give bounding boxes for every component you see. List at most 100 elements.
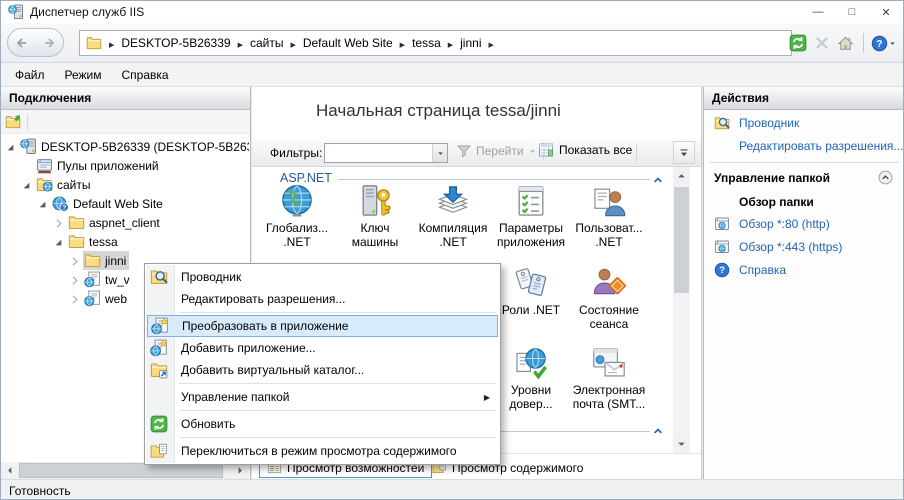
- action-link[interactable]: Проводник: [704, 113, 904, 133]
- context-menu-item[interactable]: Управление папкой▶: [145, 386, 500, 408]
- scroll-up-button[interactable]: [673, 167, 690, 184]
- refresh-button[interactable]: [789, 34, 807, 52]
- expander-c-icon[interactable]: [68, 293, 81, 306]
- expander-c-icon[interactable]: [68, 255, 81, 268]
- context-menu-item[interactable]: Переключиться в режим просмотра содержим…: [145, 440, 500, 462]
- feature-item[interactable]: Глобализ....NET: [258, 183, 336, 249]
- expander-c-icon[interactable]: [68, 274, 81, 287]
- menu-separator: [179, 410, 496, 411]
- help-icon: ?: [871, 35, 888, 52]
- filter-input[interactable]: [325, 144, 432, 162]
- action-link[interactable]: ?Справка: [704, 260, 904, 280]
- overflow-icon: [677, 146, 691, 160]
- expander-e-icon[interactable]: [20, 179, 33, 192]
- feature-item[interactable]: Компиляция.NET: [414, 183, 492, 249]
- app-sparkle-icon: [150, 339, 168, 357]
- feature-item[interactable]: Ключмашины: [336, 183, 414, 249]
- refresh-icon: [150, 415, 168, 433]
- close-button[interactable]: ✕: [869, 1, 903, 23]
- feature-item[interactable]: Параметрыприложения: [492, 183, 570, 249]
- tree-item[interactable]: DESKTOP-5B26339 (DESKTOP-5B26339: [1, 137, 249, 156]
- menu-item[interactable]: Режим: [55, 65, 112, 85]
- site-icon: ?: [52, 195, 69, 212]
- breadcrumb-item[interactable]: tessa: [412, 36, 441, 50]
- feature-item[interactable]: Электроннаяпочта (SMT...: [570, 345, 648, 411]
- action-link[interactable]: Обзор *:80 (http): [704, 214, 904, 234]
- features-vertical-scrollbar[interactable]: [673, 167, 690, 453]
- menu-item[interactable]: Файл: [5, 65, 55, 85]
- context-menu-item[interactable]: Добавить приложение...: [145, 337, 500, 359]
- go-button[interactable]: Перейти: [456, 142, 550, 160]
- show-all-button[interactable]: Показать все: [538, 142, 632, 158]
- collapse-section-button[interactable]: [652, 423, 664, 437]
- explorer-icon: [150, 268, 168, 286]
- funnel-icon: [456, 143, 472, 159]
- collapse-circle-icon: [878, 170, 893, 185]
- expander-e-icon[interactable]: [52, 236, 65, 249]
- trust-levels-icon: [513, 345, 549, 381]
- tree-item[interactable]: Пулы приложений: [1, 156, 249, 175]
- connections-header: Подключения: [1, 87, 250, 110]
- home-button[interactable]: [837, 35, 854, 52]
- context-menu-item[interactable]: Обновить: [145, 413, 500, 435]
- breadcrumb-item[interactable]: Default Web Site: [303, 36, 393, 50]
- feature-item[interactable]: Состояниесеанса: [570, 265, 648, 331]
- context-menu-item[interactable]: Проводник: [145, 266, 500, 288]
- tree-item[interactable]: aspnet_client: [1, 213, 249, 232]
- action-link[interactable]: Редактировать разрешения...: [704, 136, 904, 156]
- forward-button[interactable]: [41, 35, 57, 51]
- window-title: Диспетчер служб IIS: [30, 5, 144, 19]
- app-settings-icon: [513, 183, 549, 219]
- minimize-button[interactable]: —: [801, 1, 835, 23]
- action-link[interactable]: Обзор *:443 (https): [704, 237, 904, 257]
- menu-item[interactable]: Справка: [112, 65, 179, 85]
- filters-label: Фильтры:: [270, 146, 322, 160]
- expander-e-icon[interactable]: [4, 141, 17, 154]
- scrollbar-thumb[interactable]: [674, 187, 689, 293]
- help-button[interactable]: ?: [871, 35, 897, 52]
- tree-item[interactable]: ?Default Web Site: [1, 194, 249, 213]
- scroll-up-icon: [674, 168, 689, 183]
- context-menu-item[interactable]: Редактировать разрешения...: [145, 288, 500, 310]
- context-menu-item[interactable]: Добавить виртуальный каталог...: [145, 359, 500, 381]
- feature-item[interactable]: Роли .NET: [492, 265, 570, 317]
- feature-item[interactable]: Пользоват....NET: [570, 183, 648, 249]
- collapse-section-button[interactable]: [878, 170, 893, 185]
- tree-item[interactable]: сайты: [1, 175, 249, 194]
- section-divider-line: [338, 179, 650, 180]
- scroll-left-button[interactable]: [1, 462, 18, 479]
- virtual-dir-icon: [150, 361, 168, 379]
- compilation-icon: [435, 183, 471, 219]
- toolbar-divider: [27, 114, 28, 130]
- toolbar-overflow-button[interactable]: [673, 141, 695, 164]
- actions-header: Действия: [704, 87, 904, 110]
- maximize-button[interactable]: □: [835, 1, 869, 23]
- show-all-label: Показать все: [559, 143, 632, 157]
- breadcrumb-item[interactable]: jinni: [460, 36, 481, 50]
- toolbar-divider: [863, 33, 864, 53]
- back-button[interactable]: [14, 35, 30, 51]
- scroll-down-button[interactable]: [673, 436, 690, 453]
- expander-c-icon[interactable]: [52, 217, 65, 230]
- stop-button[interactable]: [814, 35, 830, 51]
- submenu-arrow-icon: ▶: [484, 393, 490, 402]
- menu-separator: [179, 312, 496, 313]
- context-menu-item[interactable]: Преобразовать в приложение: [147, 315, 498, 337]
- expander-e-icon[interactable]: [36, 198, 49, 211]
- breadcrumb-item[interactable]: сайты: [250, 36, 284, 50]
- breadcrumb-separator-icon: ▶: [290, 42, 295, 49]
- tree-item[interactable]: tessa: [1, 232, 249, 251]
- session-state-icon: [591, 265, 627, 301]
- app-icon-slot: [8, 4, 24, 20]
- address-box[interactable]: ▶DESKTOP-5B26339▶сайты▶Default Web Site▶…: [79, 30, 792, 56]
- connections-toolbar: [1, 110, 250, 134]
- combobox-dropdown-button[interactable]: [432, 144, 447, 162]
- breadcrumb-item[interactable]: DESKTOP-5B26339: [121, 36, 230, 50]
- actions-panel: Действия Проводник Редактировать разрешен…: [703, 87, 904, 479]
- filter-combobox[interactable]: [324, 143, 448, 163]
- breadcrumb-separator-icon: ▶: [109, 42, 114, 49]
- save-connection-button[interactable]: [5, 114, 21, 130]
- feature-item[interactable]: Уровнидовер...: [492, 345, 570, 411]
- collapse-section-button[interactable]: [652, 172, 664, 186]
- scrollbar-thumb[interactable]: [19, 463, 223, 478]
